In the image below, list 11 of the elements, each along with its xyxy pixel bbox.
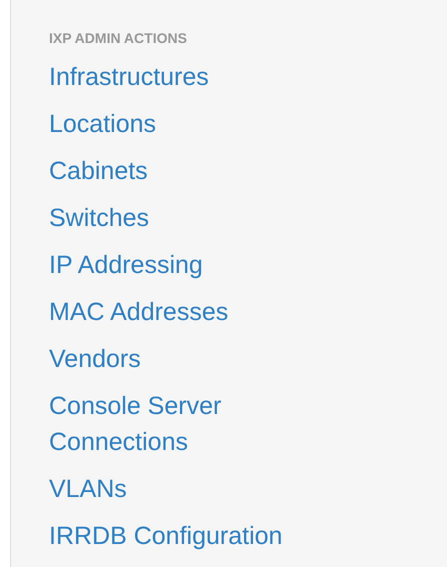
section-heading: IXP ADMIN ACTIONS	[49, 29, 187, 48]
nav-link[interactable]: IRRDB Configuration	[49, 512, 282, 559]
nav-link[interactable]: Locations	[49, 100, 156, 147]
nav-link[interactable]: Switches	[49, 194, 150, 241]
nav-link[interactable]: VLANs	[49, 465, 127, 512]
nav-link[interactable]: Vendors	[49, 335, 141, 382]
nav-link[interactable]: Console Server Connections	[49, 382, 364, 465]
nav-link[interactable]: Cabinets	[49, 147, 148, 194]
nav-link[interactable]: IP Addressing	[49, 241, 203, 288]
nav-link[interactable]: Infrastructures	[49, 53, 209, 100]
nav-link[interactable]: MAC Addresses	[49, 288, 228, 335]
